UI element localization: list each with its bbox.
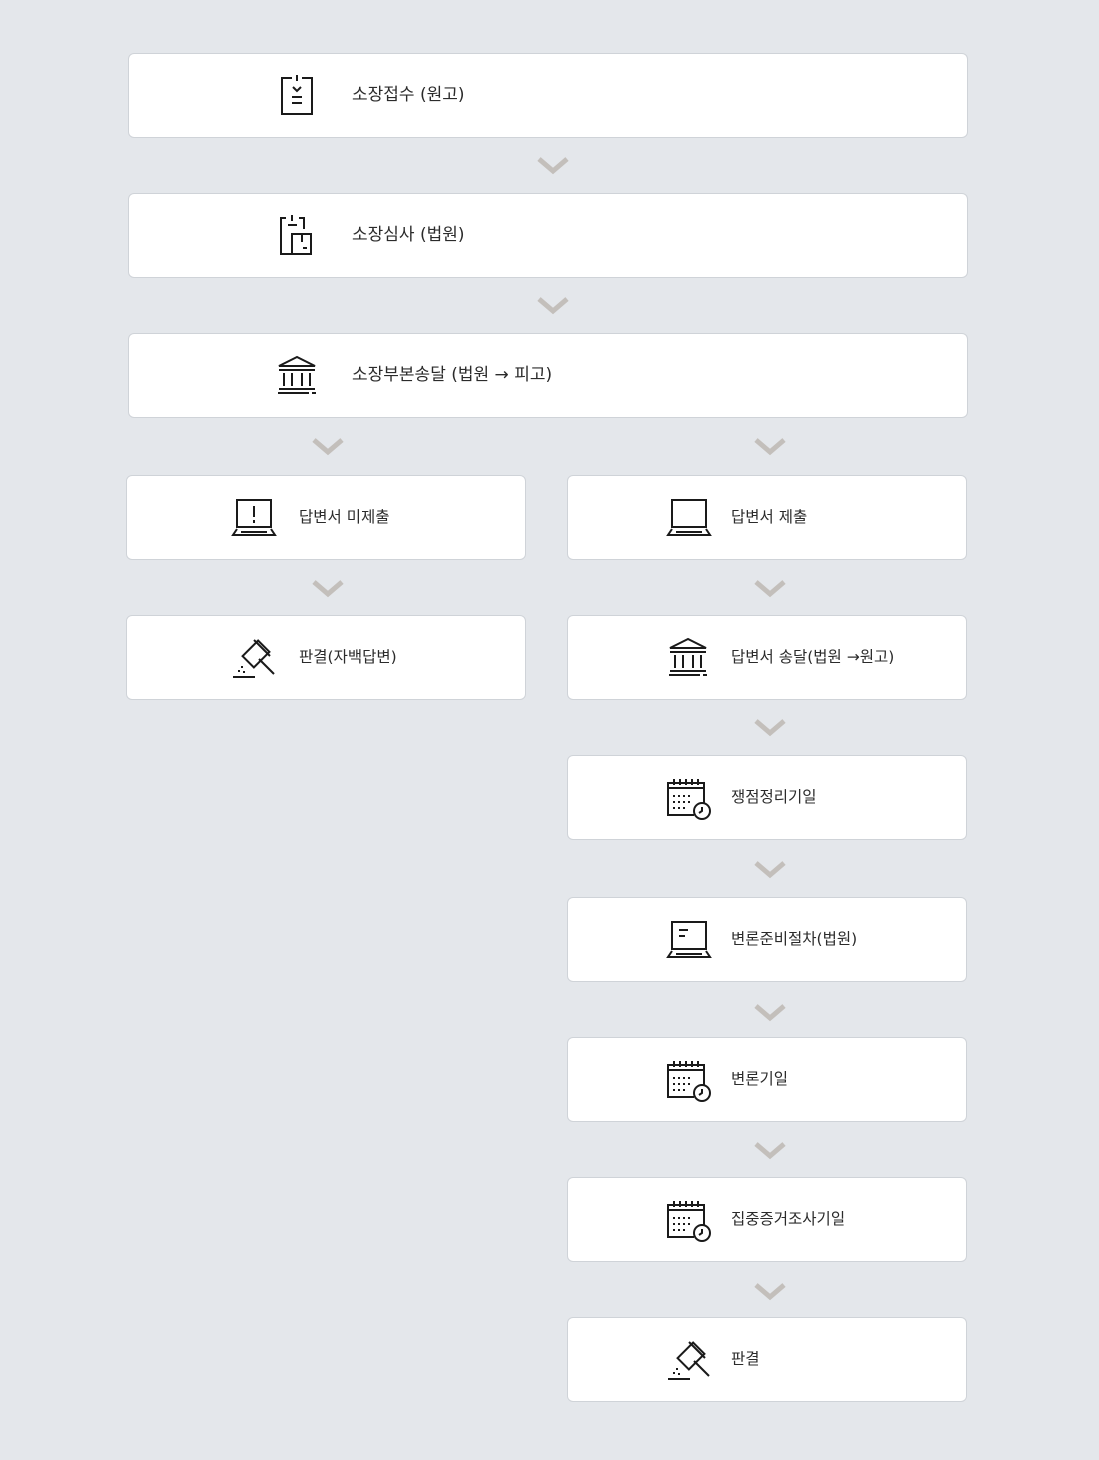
calendar-clock-icon	[667, 779, 711, 820]
step-label: 답변서 미제출	[299, 508, 390, 526]
chevron-down-icon	[753, 718, 787, 738]
chevron-down-icon	[753, 1003, 787, 1023]
chevron-down-icon	[311, 579, 345, 599]
step-label: 변론준비절차(법원)	[731, 930, 858, 948]
chevron-down-icon	[753, 1141, 787, 1161]
step-evidence-hearing: 집중증거조사기일	[567, 1177, 967, 1262]
step-judgment-confession: 판결(자백답변)	[126, 615, 526, 700]
chevron-down-icon	[311, 437, 345, 457]
step-label: 답변서 제출	[731, 508, 808, 526]
courthouse-icon	[278, 355, 316, 394]
step-label: 소장심사 (법원)	[352, 225, 465, 245]
step-complaint-filing: 소장접수 (원고)	[128, 53, 968, 138]
clipboard-icon	[281, 75, 313, 115]
clipboard-review-icon	[280, 215, 312, 255]
chevron-down-icon	[753, 579, 787, 599]
laptop-alert-icon	[231, 499, 277, 536]
step-label: 소장접수 (원고)	[352, 85, 465, 105]
calendar-clock-icon	[667, 1061, 711, 1102]
step-pleading-hearing: 변론기일	[567, 1037, 967, 1122]
chevron-down-icon	[536, 296, 570, 316]
step-label: 판결(자백답변)	[299, 648, 397, 666]
chevron-down-icon	[753, 860, 787, 880]
step-label: 쟁점정리기일	[731, 788, 817, 806]
gavel-icon	[668, 1341, 710, 1380]
laptop-document-icon	[666, 921, 712, 958]
chevron-down-icon	[536, 156, 570, 176]
step-answer-service: 답변서 송달(법원 →원고)	[567, 615, 967, 700]
step-label: 변론기일	[731, 1070, 789, 1088]
chevron-down-icon	[753, 1282, 787, 1302]
step-issue-hearing: 쟁점정리기일	[567, 755, 967, 840]
step-complaint-service: 소장부본송달 (법원 → 피고)	[128, 333, 968, 418]
step-preparatory-procedure: 변론준비절차(법원)	[567, 897, 967, 982]
courthouse-icon	[669, 637, 707, 676]
step-complaint-review: 소장심사 (법원)	[128, 193, 968, 278]
chevron-down-icon	[753, 437, 787, 457]
step-label: 답변서 송달(법원 →원고)	[731, 648, 895, 666]
step-label: 집중증거조사기일	[731, 1210, 846, 1228]
calendar-clock-icon	[667, 1201, 711, 1242]
step-label: 소장부본송달 (법원 → 피고)	[352, 365, 553, 385]
gavel-icon	[233, 639, 275, 678]
step-answer-filed: 답변서 제출	[567, 475, 967, 560]
laptop-icon	[666, 499, 712, 536]
step-label: 판결	[731, 1350, 760, 1368]
step-judgment: 판결	[567, 1317, 967, 1402]
step-no-answer: 답변서 미제출	[126, 475, 526, 560]
